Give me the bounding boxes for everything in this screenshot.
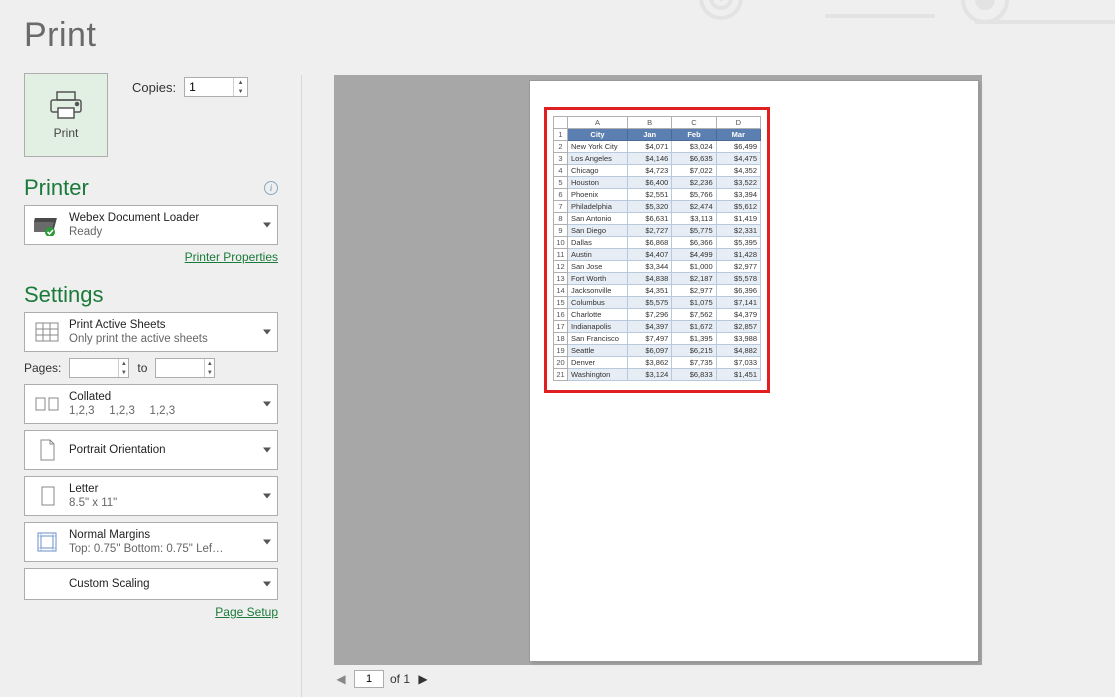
printer-status: Ready [69,225,199,239]
printer-properties-link[interactable]: Printer Properties [185,250,278,264]
orientation-dropdown[interactable]: Portrait Orientation [24,430,278,470]
highlight-box: ABCD1CityJanFebMar2New York City$4,071$3… [544,107,770,393]
page-number-input[interactable] [354,670,384,688]
printer-dropdown[interactable]: Webex Document Loader Ready [24,205,278,245]
chevron-down-icon [263,448,271,453]
portrait-icon [33,436,61,464]
printer-heading: Printer [24,175,89,201]
collated-icon [33,390,61,418]
next-page-button[interactable]: ▶ [416,672,430,686]
copies-input[interactable] [185,78,233,96]
margins-dropdown[interactable]: Normal Margins Top: 0.75" Bottom: 0.75" … [24,522,278,562]
spinner-down-icon[interactable]: ▼ [119,368,128,377]
pages-from-spinner[interactable]: ▲▼ [69,358,129,378]
page-title: Print [24,16,278,55]
print-button[interactable]: Print [24,73,108,157]
print-button-label: Print [54,126,79,140]
chevron-down-icon [263,540,271,545]
printer-name: Webex Document Loader [69,211,199,225]
print-what-l1: Print Active Sheets [69,318,208,332]
collation-dropdown[interactable]: Collated 1,2,3 1,2,3 1,2,3 [24,384,278,424]
info-icon[interactable]: i [264,181,278,195]
margins-icon [33,528,61,556]
settings-heading: Settings [24,282,104,308]
margins-l1: Normal Margins [69,528,224,542]
spinner-up-icon[interactable]: ▲ [205,359,214,368]
pages-to-spinner[interactable]: ▲▼ [155,358,215,378]
copies-spinner[interactable]: ▲▼ [184,77,248,97]
margins-l2: Top: 0.75" Bottom: 0.75" Lef… [69,542,224,556]
paper-l2: 8.5" x 11" [69,496,117,510]
scaling-dropdown[interactable]: Custom Scaling [24,568,278,600]
pages-from-input[interactable] [70,359,118,377]
spinner-up-icon[interactable]: ▲ [234,78,247,87]
chevron-down-icon [263,402,271,407]
page-setup-link[interactable]: Page Setup [215,605,278,619]
chevron-down-icon [263,582,271,587]
print-what-dropdown[interactable]: Print Active Sheets Only print the activ… [24,312,278,352]
chevron-down-icon [263,494,271,499]
chevron-down-icon [263,330,271,335]
paper-icon [33,482,61,510]
preview-table: ABCD1CityJanFebMar2New York City$4,071$3… [553,116,761,381]
paper-dropdown[interactable]: Letter 8.5" x 11" [24,476,278,516]
scaling-l1: Custom Scaling [69,577,150,591]
paper-l1: Letter [69,482,117,496]
print-what-l2: Only print the active sheets [69,332,208,346]
pages-to-input[interactable] [156,359,204,377]
collated-l1: Collated [69,390,175,404]
prev-page-button: ◀ [334,672,348,686]
printer-icon [48,90,84,120]
spinner-down-icon[interactable]: ▼ [205,368,214,377]
orientation-l1: Portrait Orientation [69,443,166,457]
spinner-down-icon[interactable]: ▼ [234,87,247,96]
blank-icon [33,570,61,598]
copies-label: Copies: [132,80,176,95]
print-preview-area: ABCD1CityJanFebMar2New York City$4,071$3… [334,75,982,665]
decor-circuitry [675,0,1115,40]
chevron-down-icon [263,223,271,228]
sheets-icon [33,318,61,346]
printer-status-icon [33,211,61,239]
page-of-label: of 1 [390,672,410,686]
preview-page: ABCD1CityJanFebMar2New York City$4,071$3… [530,81,978,661]
pages-to-label: to [137,361,147,375]
pages-label: Pages: [24,361,61,375]
spinner-up-icon[interactable]: ▲ [119,359,128,368]
collated-l2: 1,2,3 1,2,3 1,2,3 [69,404,175,418]
